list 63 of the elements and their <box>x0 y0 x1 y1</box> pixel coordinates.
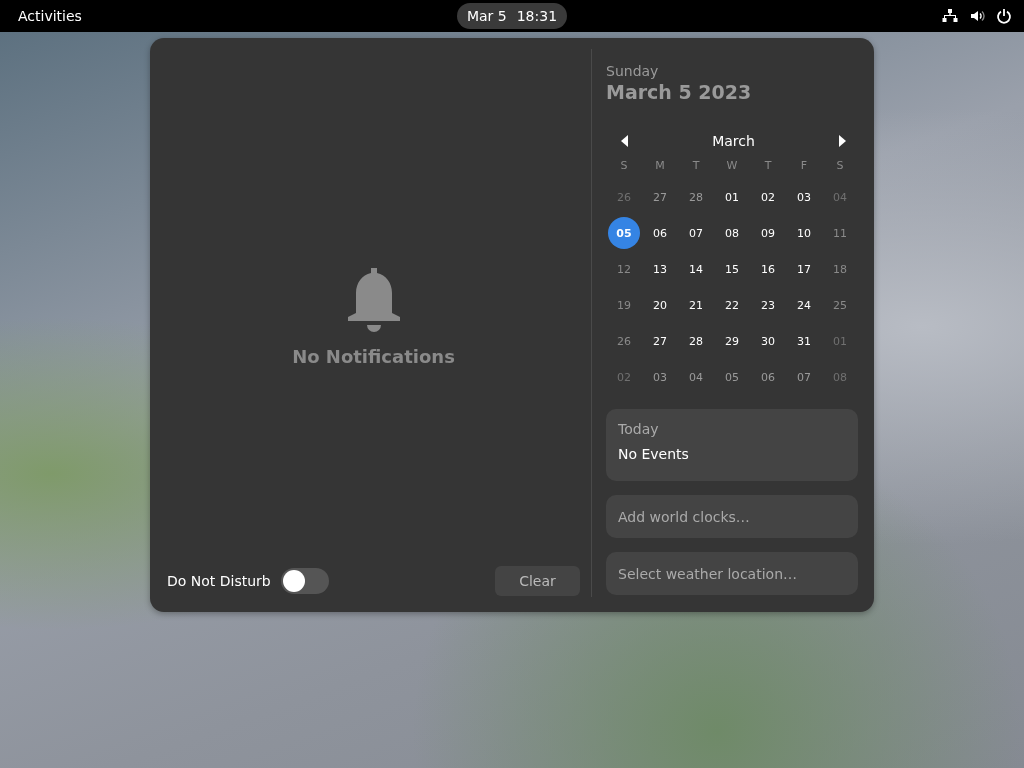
clock-button[interactable]: Mar 5 18:31 <box>457 3 567 29</box>
calendar-day[interactable]: 08 <box>716 217 748 249</box>
calendar-day[interactable]: 27 <box>644 325 676 357</box>
power-icon[interactable] <box>996 8 1012 24</box>
calendar-day[interactable]: 06 <box>752 361 784 393</box>
calendar-day[interactable]: 04 <box>680 361 712 393</box>
calendar-day[interactable]: 13 <box>644 253 676 285</box>
month-label: March <box>712 133 755 149</box>
calendar-day[interactable]: 28 <box>680 325 712 357</box>
calendar-day[interactable]: 02 <box>752 181 784 213</box>
weekday-header: W <box>725 157 739 174</box>
no-events-text: No Events <box>618 446 690 462</box>
calendar-day[interactable]: 26 <box>608 325 640 357</box>
calendar-day[interactable]: 30 <box>752 325 784 357</box>
weekday-text: Sunday <box>606 63 660 79</box>
calendar-day[interactable]: 21 <box>680 289 712 321</box>
calendar-day[interactable]: 14 <box>680 253 712 285</box>
calendar-day[interactable]: 25 <box>824 289 856 321</box>
calendar-day[interactable]: 27 <box>644 181 676 213</box>
do-not-disturb-switch[interactable] <box>280 568 329 594</box>
weekday-header: S <box>619 157 629 174</box>
bell-icon <box>346 267 401 334</box>
calendar-day[interactable]: 23 <box>752 289 784 321</box>
calendar-day[interactable]: 17 <box>788 253 820 285</box>
calendar-day[interactable]: 22 <box>716 289 748 321</box>
calendar-day[interactable]: 07 <box>788 361 820 393</box>
calendar-day[interactable]: 20 <box>644 289 676 321</box>
weekday-header: S <box>835 157 845 174</box>
weekday-header: T <box>763 157 773 174</box>
calendar-day[interactable]: 12 <box>608 253 640 285</box>
world-clocks-button[interactable]: Add world clocks… <box>606 495 858 538</box>
calendar-day[interactable]: 29 <box>716 325 748 357</box>
activities-button[interactable]: Activities <box>8 4 92 28</box>
calendar-day[interactable]: 16 <box>752 253 784 285</box>
weekday-header: T <box>691 157 701 174</box>
weekday-header: M <box>654 157 666 174</box>
calendar-day[interactable]: 09 <box>752 217 784 249</box>
previous-month-icon[interactable] <box>620 135 630 147</box>
next-month-icon[interactable] <box>837 135 847 147</box>
calendar-day[interactable]: 28 <box>680 181 712 213</box>
calendar-day[interactable]: 06 <box>644 217 676 249</box>
calendar-day[interactable]: 18 <box>824 253 856 285</box>
volume-icon[interactable] <box>969 8 985 24</box>
calendar-day[interactable]: 15 <box>716 253 748 285</box>
clear-button[interactable]: Clear <box>495 566 580 596</box>
calendar-day[interactable]: 05 <box>716 361 748 393</box>
network-icon[interactable] <box>942 8 958 24</box>
calendar-day[interactable]: 03 <box>788 181 820 213</box>
calendar-day[interactable]: 05 <box>608 217 640 249</box>
weekday-header: F <box>799 157 809 174</box>
today-heading: Today <box>618 421 660 437</box>
no-notifications-text: No Notifications <box>292 345 455 367</box>
date-heading: March 5 2023 <box>606 81 753 103</box>
calendar-day[interactable]: 11 <box>824 217 856 249</box>
calendar-day[interactable]: 10 <box>788 217 820 249</box>
calendar-day[interactable]: 19 <box>608 289 640 321</box>
weather-location-button[interactable]: Select weather location… <box>606 552 858 595</box>
calendar-day[interactable]: 03 <box>644 361 676 393</box>
calendar-day[interactable]: 24 <box>788 289 820 321</box>
calendar-day[interactable]: 07 <box>680 217 712 249</box>
calendar-day[interactable]: 01 <box>716 181 748 213</box>
calendar-day[interactable]: 31 <box>788 325 820 357</box>
do-not-disturb-label: Do Not Disturb <box>167 573 271 589</box>
